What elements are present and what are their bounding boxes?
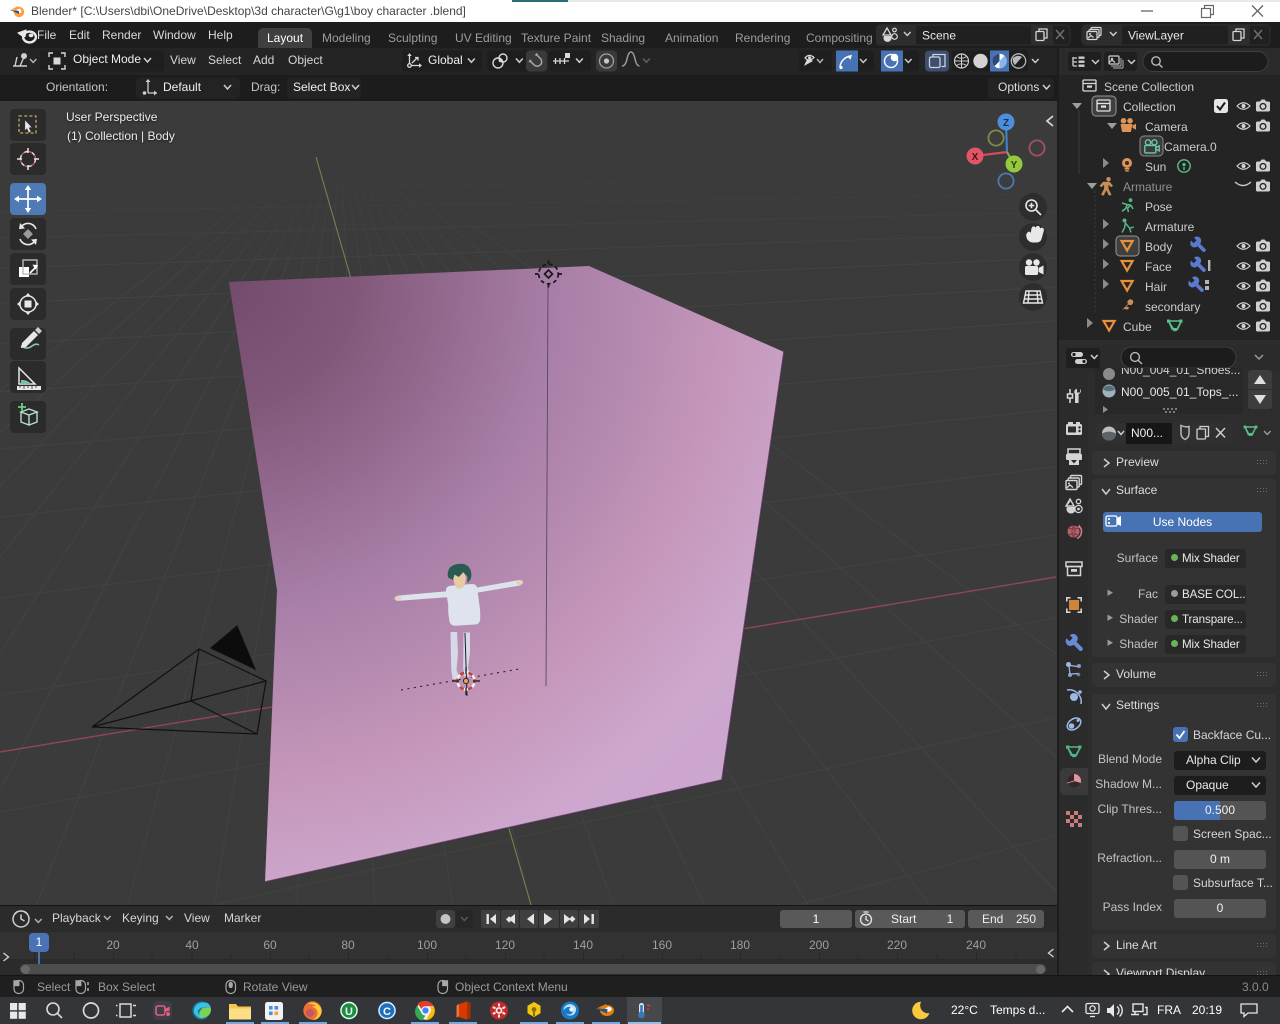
svg-text:Scene: Scene (922, 29, 956, 43)
svg-text:ViewLayer: ViewLayer (1128, 29, 1184, 43)
svg-text:U: U (345, 1006, 353, 1018)
svg-text:End: End (982, 912, 1003, 926)
svg-text:1: 1 (813, 912, 820, 926)
svg-text:Z: Z (1003, 118, 1009, 129)
svg-text:250: 250 (1016, 912, 1036, 926)
svg-text:Start: Start (891, 912, 917, 926)
svg-text:Y: Y (1011, 160, 1018, 171)
svg-text:C: C (383, 1006, 391, 1018)
svg-text:X: X (972, 152, 979, 163)
svg-text:1: 1 (947, 912, 954, 926)
